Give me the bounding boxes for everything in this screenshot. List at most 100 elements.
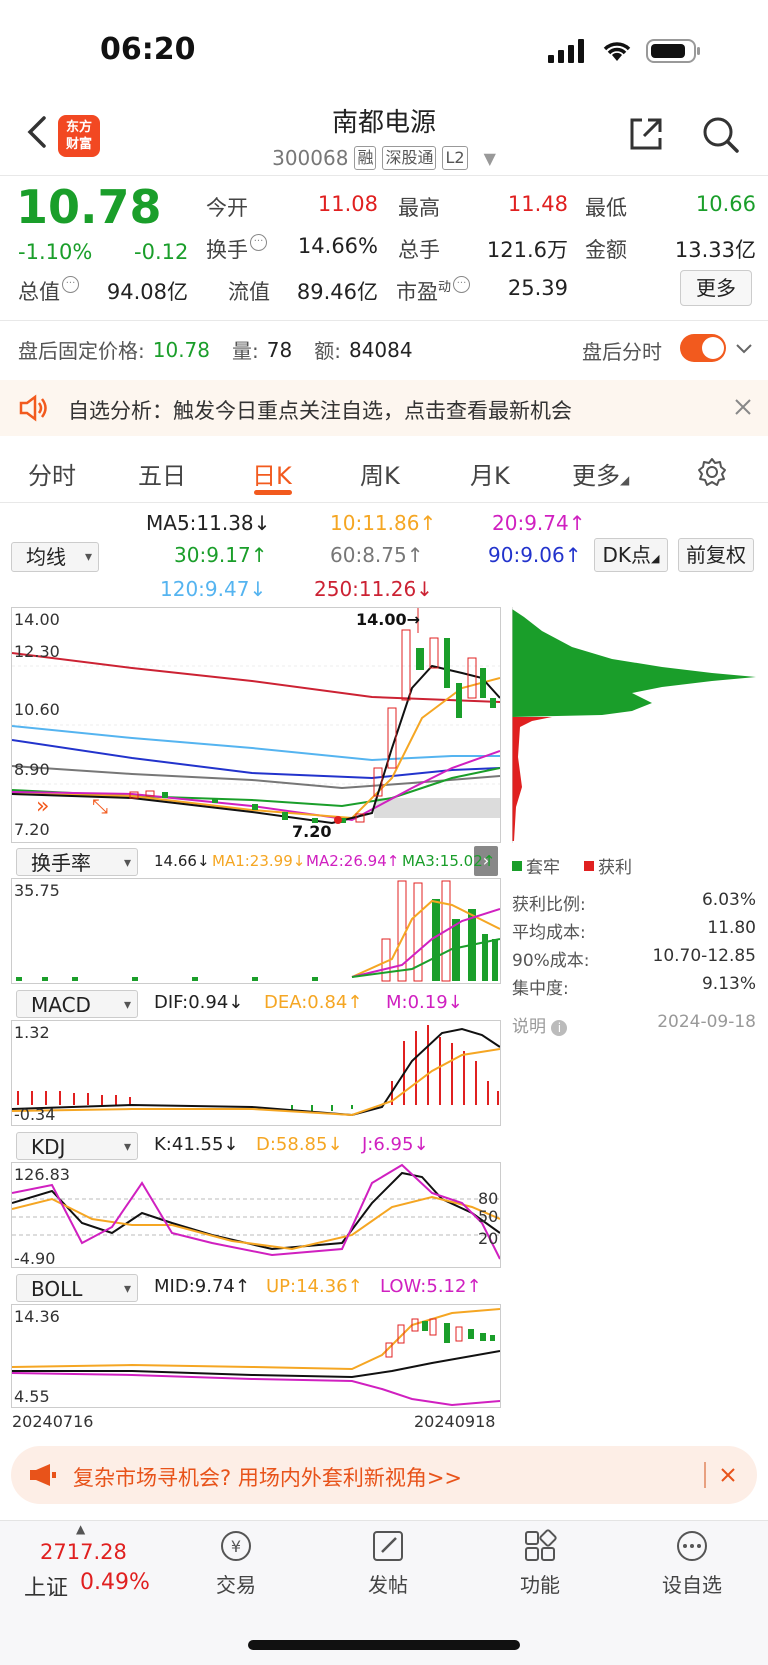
- chip-row-label: 平均成本:: [512, 923, 586, 943]
- ma20-value: 20:9.74↑: [492, 511, 586, 535]
- macd-dif: DIF:0.94↓: [154, 992, 244, 1013]
- close-icon[interactable]: [720, 1467, 736, 1483]
- nav-post[interactable]: 发帖: [328, 1528, 448, 1598]
- index-value[interactable]: 2717.28: [40, 1540, 127, 1564]
- edit-icon: [373, 1531, 403, 1561]
- chip-distribution-chart[interactable]: [511, 607, 756, 843]
- tab-five-day[interactable]: 五日: [138, 456, 186, 491]
- kdj-j: J:6.95↓: [362, 1134, 429, 1155]
- close-icon[interactable]: [734, 398, 752, 416]
- volume-label: 总手: [398, 238, 440, 262]
- wifi-icon: [603, 42, 631, 61]
- afterhours-price: 10.78: [152, 337, 211, 362]
- tab-more[interactable]: 更多◢: [572, 456, 629, 491]
- nav-watchlist[interactable]: 设自选: [632, 1528, 752, 1598]
- boll-mid: MID:9.74↑: [154, 1276, 250, 1297]
- nav-features-label: 功能: [520, 1573, 560, 1597]
- boll-chart[interactable]: 14.36 4.55: [11, 1304, 501, 1408]
- kdj-k: K:41.55↓: [154, 1134, 239, 1155]
- grid-icon: [525, 1529, 557, 1561]
- high-value: 11.48: [507, 192, 568, 216]
- share-icon[interactable]: [626, 114, 666, 154]
- tab-weekly-k[interactable]: 周K: [360, 456, 400, 491]
- low-label: 最低: [585, 196, 627, 220]
- mktcap-value: 94.08亿: [106, 280, 188, 304]
- chip-legend: 套牢 获利: [512, 853, 632, 878]
- tab-monthly-k[interactable]: 月K: [470, 456, 510, 491]
- turnover-chart[interactable]: 35.75: [11, 878, 501, 984]
- boll-axis-bottom: 4.55: [14, 1387, 50, 1406]
- kline-axis-5: 7.20: [14, 820, 50, 839]
- boll-axis-top: 14.36: [14, 1307, 60, 1326]
- dk-point-button[interactable]: DK点◢: [594, 538, 668, 572]
- search-icon[interactable]: [700, 114, 740, 154]
- kline-axis-4: 8.90: [14, 760, 50, 779]
- profit-swatch: [584, 860, 594, 871]
- info-icon[interactable]: ···: [62, 276, 79, 293]
- nav-features[interactable]: 功能: [480, 1528, 600, 1598]
- ma60-value: 60:8.75↑: [330, 543, 424, 567]
- pe-sup: 动: [438, 280, 452, 295]
- index-name[interactable]: 上证: [24, 1570, 68, 1602]
- turnover-label[interactable]: 换手 ···: [206, 234, 267, 264]
- afterhours-amt: 84084: [348, 337, 413, 362]
- nav-post-label: 发帖: [368, 1573, 408, 1597]
- status-icons: [548, 38, 702, 64]
- gear-icon[interactable]: [696, 456, 728, 488]
- more-dots-icon: [677, 1531, 707, 1561]
- kline-high-mark: 14.00→: [356, 610, 421, 629]
- chip-trapped-area: [512, 609, 756, 717]
- ma-dropdown[interactable]: 均线: [11, 542, 99, 572]
- mktcap-label[interactable]: 总值 ···: [18, 276, 79, 306]
- macd-chart[interactable]: 1.32 -0.34: [11, 1020, 501, 1126]
- turnover-svg: [16, 880, 501, 982]
- ma120-value: 120:9.47↓: [160, 577, 267, 601]
- afterhours-amt-label: 额:: [314, 339, 341, 363]
- battery-icon: [646, 39, 700, 63]
- trapped-label: 套牢: [526, 858, 560, 878]
- banner-text: 自选分析：触发今日重点关注自选，点击查看最新机会: [68, 399, 572, 423]
- macd-axis-top: 1.32: [14, 1023, 50, 1042]
- status-time: 06:20: [100, 32, 196, 67]
- ma90-line: [11, 739, 501, 780]
- macd-dropdown[interactable]: MACD: [16, 990, 138, 1019]
- ma250-value: 250:11.26↓: [314, 577, 433, 601]
- kdj-dropdown[interactable]: KDJ: [16, 1132, 138, 1161]
- boll-svg: [11, 1308, 501, 1407]
- turnover-ma1: MA1:23.99↓: [212, 852, 306, 870]
- kline-chart[interactable]: 14.00 12.30 10.60 8.90 7.20 14.00→ 7.20 …: [11, 607, 501, 843]
- info-icon[interactable]: i: [551, 1020, 568, 1036]
- kdj-d: D:58.85↓: [256, 1134, 343, 1155]
- tag-level: L2: [442, 146, 468, 170]
- tab-intraday[interactable]: 分时: [28, 456, 76, 491]
- float-label: 流值: [228, 280, 270, 304]
- signal-icon: [548, 39, 584, 63]
- ma60-line: [11, 765, 501, 790]
- candles: [129, 608, 496, 824]
- double-chevron-icon[interactable]: »: [36, 794, 49, 819]
- price-band: [374, 798, 500, 818]
- adjust-button[interactable]: 前复权: [678, 538, 754, 572]
- megaphone-icon: [30, 1464, 56, 1486]
- pe-label[interactable]: 市盈动 ···: [396, 276, 471, 306]
- info-icon[interactable]: ···: [453, 276, 471, 293]
- chevron-down-icon[interactable]: [734, 338, 754, 358]
- nav-watchlist-label: 设自选: [662, 1573, 722, 1597]
- more-button[interactable]: 更多: [680, 270, 752, 306]
- tag-connect: 深股通: [382, 146, 437, 170]
- chip-note[interactable]: 说明 i: [512, 1012, 568, 1037]
- change-percent: -1.10%: [18, 240, 93, 264]
- turnover-ma2: MA2:26.94↑: [306, 852, 400, 870]
- kdj-chart[interactable]: 126.83 -4.90 80 50 20: [11, 1162, 501, 1268]
- chip-row-value: 9.13%: [701, 974, 756, 994]
- nav-trade[interactable]: ¥ 交易: [176, 1528, 296, 1598]
- info-icon[interactable]: ···: [250, 234, 267, 251]
- tab-daily-k[interactable]: 日K: [252, 456, 292, 491]
- home-indicator: [248, 1640, 520, 1650]
- expand-icon[interactable]: ⤡: [92, 794, 108, 818]
- pe-value: 25.39: [507, 276, 568, 300]
- turnover-dropdown[interactable]: 换手率: [16, 848, 138, 877]
- macd-svg: [11, 1025, 501, 1117]
- current-price: 10.78: [16, 180, 162, 234]
- boll-dropdown[interactable]: BOLL: [16, 1274, 138, 1303]
